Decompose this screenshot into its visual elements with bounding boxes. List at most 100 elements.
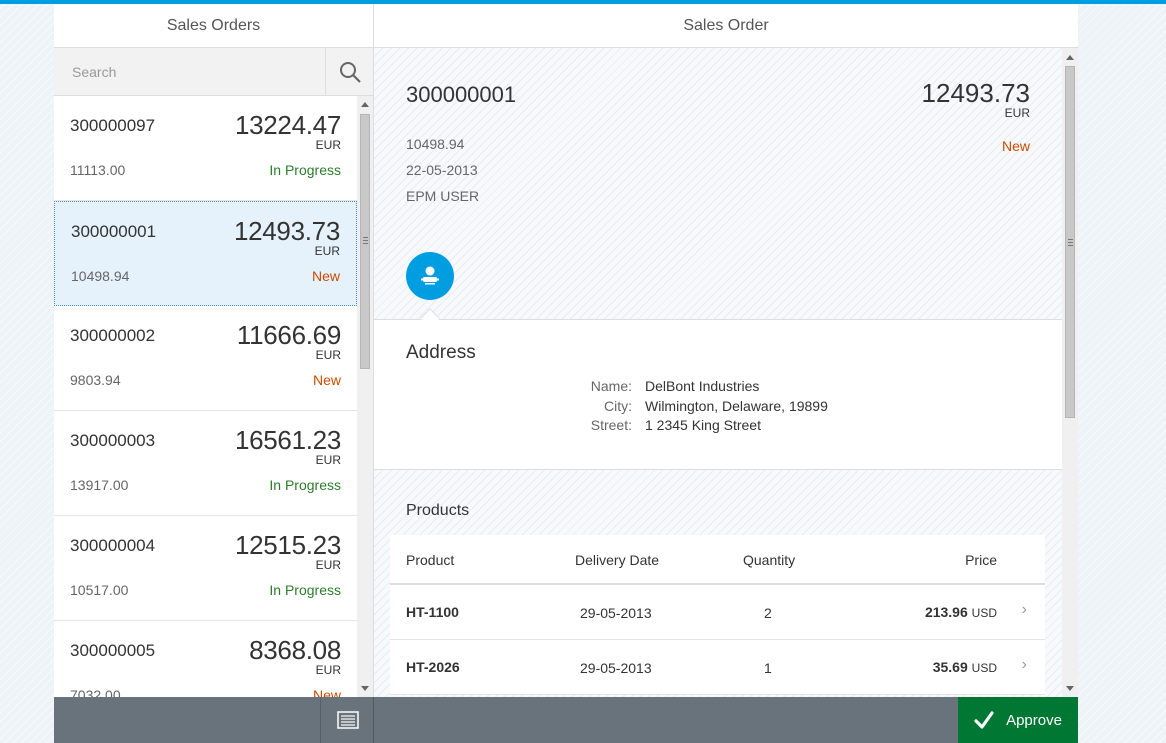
- item-amount: 12493.73: [233, 216, 340, 246]
- item-amount: 12515.23: [234, 530, 341, 560]
- col-product: Product: [406, 552, 455, 568]
- product-id: HT-2026: [406, 659, 460, 675]
- col-quantity: Quantity: [743, 552, 796, 568]
- item-currency: EUR: [315, 453, 341, 467]
- delivery-date: 29-05-2013: [580, 605, 652, 621]
- products-section: Products Product Delivery Date Quantity …: [374, 470, 1062, 697]
- col-price: Price: [965, 552, 997, 568]
- item-amount: 8368.08: [249, 635, 341, 665]
- chevron-right-icon: ›: [1021, 601, 1027, 618]
- detail-content: 300000001 12493.73 EUR 10498.94 22-05-20…: [374, 48, 1062, 697]
- table-row[interactable]: HT-2026 29-05-2013 1 35.69 USD ›: [390, 640, 1045, 695]
- price-unit: USD: [971, 661, 997, 675]
- item-amount: 13224.47: [234, 110, 341, 140]
- item-number: 300000003: [70, 431, 156, 450]
- name-value: DelBont Industries: [645, 378, 760, 394]
- customer-icon: [421, 266, 439, 285]
- detail-pane: Sales Order 300000001 12493.73 EUR 10498…: [374, 4, 1078, 697]
- checkmark-icon: [974, 711, 994, 729]
- list-item[interactable]: 300000004 12515.23 EUR 10517.00 In Progr…: [54, 516, 357, 621]
- list-item[interactable]: 300000097 13224.47 EUR 11113.00 In Progr…: [54, 96, 357, 201]
- col-delivery-date: Delivery Date: [575, 552, 660, 568]
- order-currency: EUR: [1004, 106, 1030, 120]
- order-amount: 12493.73: [921, 78, 1030, 108]
- street-label: Street:: [590, 417, 632, 433]
- item-net-amount: 7032.00: [70, 687, 121, 697]
- item-status: New: [311, 268, 340, 284]
- order-status: New: [1001, 138, 1030, 154]
- scroll-thumb[interactable]: [1065, 66, 1075, 418]
- approve-label: Approve: [1006, 711, 1062, 729]
- address-title: Address: [406, 342, 476, 363]
- search-icon: [339, 62, 361, 83]
- item-status: New: [312, 687, 341, 697]
- search-input[interactable]: [54, 48, 326, 96]
- item-currency: EUR: [315, 663, 341, 677]
- sales-order-list: 300000097 13224.47 EUR 11113.00 In Progr…: [54, 96, 357, 697]
- price: 35.69: [932, 659, 968, 675]
- product-id: HT-1100: [406, 604, 459, 620]
- list-item[interactable]: 300000005 8368.08 EUR 7032.00 New: [54, 621, 357, 697]
- scroll-down-arrow[interactable]: [1066, 686, 1074, 691]
- city-value: Wilmington, Delaware, 19899: [645, 398, 828, 414]
- scroll-up-arrow[interactable]: [361, 102, 369, 107]
- street-value: 1 2345 King Street: [645, 417, 761, 433]
- footer-bar: Approve: [54, 697, 1078, 743]
- item-amount: 16561.23: [234, 425, 341, 455]
- order-date: 22-05-2013: [406, 162, 478, 178]
- list-item-selected[interactable]: 300000001 12493.73 EUR 10498.94 New: [54, 201, 357, 306]
- search-button[interactable]: [325, 48, 373, 96]
- item-net-amount: 10498.94: [71, 268, 130, 284]
- chevron-right-icon: ›: [1021, 656, 1027, 673]
- order-number: 300000001: [406, 82, 517, 107]
- detail-scrollbar[interactable]: [1062, 48, 1078, 697]
- list-item[interactable]: 300000003 16561.23 EUR 13917.00 In Progr…: [54, 411, 357, 516]
- item-status: In Progress: [269, 162, 341, 178]
- scroll-down-arrow[interactable]: [361, 686, 369, 691]
- item-status: In Progress: [269, 582, 341, 598]
- customer-tab-button[interactable]: [406, 252, 454, 300]
- item-number: 300000097: [70, 116, 156, 135]
- scroll-thumb[interactable]: [360, 114, 370, 369]
- quantity: 1: [764, 660, 772, 676]
- delivery-date: 29-05-2013: [580, 660, 652, 676]
- price-unit: USD: [971, 606, 997, 620]
- price: 213.96: [924, 604, 968, 620]
- item-number: 300000004: [70, 536, 156, 555]
- item-number: 300000005: [70, 641, 156, 660]
- list-item[interactable]: 300000002 11666.69 EUR 9803.94 New: [54, 306, 357, 411]
- item-currency: EUR: [314, 244, 340, 258]
- master-scrollbar[interactable]: [357, 96, 373, 697]
- search-bar: [54, 48, 373, 96]
- item-net-amount: 11113.00: [70, 162, 126, 178]
- table-header: Product Delivery Date Quantity Price: [390, 535, 1045, 585]
- products-title: Products: [406, 502, 470, 519]
- item-currency: EUR: [315, 558, 341, 572]
- name-label: Name:: [590, 378, 632, 394]
- item-status: In Progress: [269, 477, 341, 493]
- city-label: City:: [604, 398, 632, 414]
- item-currency: EUR: [315, 138, 341, 152]
- item-number: 300000002: [70, 326, 156, 345]
- approve-button[interactable]: Approve: [958, 697, 1078, 743]
- order-net-amount: 10498.94: [406, 136, 465, 152]
- object-header: 300000001 12493.73 EUR 10498.94 22-05-20…: [374, 48, 1062, 328]
- item-currency: EUR: [315, 348, 341, 362]
- list-menu-button[interactable]: [320, 697, 374, 743]
- list-icon: [336, 711, 359, 729]
- address-section: Address Name: DelBont Industries City: W…: [374, 320, 1062, 470]
- footer-divider: [373, 697, 374, 743]
- item-number: 300000001: [71, 222, 157, 241]
- scroll-up-arrow[interactable]: [1066, 55, 1074, 60]
- item-status: New: [312, 372, 341, 388]
- app-container: Sales Orders 300000097 13224.47 EUR 1111…: [54, 4, 1078, 743]
- order-created-by: EPM USER: [406, 188, 480, 204]
- item-net-amount: 9803.94: [70, 372, 121, 388]
- item-net-amount: 10517.00: [70, 582, 129, 598]
- table-row[interactable]: HT-1100 29-05-2013 2 213.96 USD ›: [390, 585, 1045, 640]
- item-amount: 11666.69: [236, 320, 341, 350]
- products-table: Product Delivery Date Quantity Price HT-…: [390, 535, 1045, 695]
- master-pane: Sales Orders 300000097 13224.47 EUR 1111…: [54, 4, 374, 697]
- quantity: 2: [764, 605, 772, 621]
- item-net-amount: 13917.00: [70, 477, 129, 493]
